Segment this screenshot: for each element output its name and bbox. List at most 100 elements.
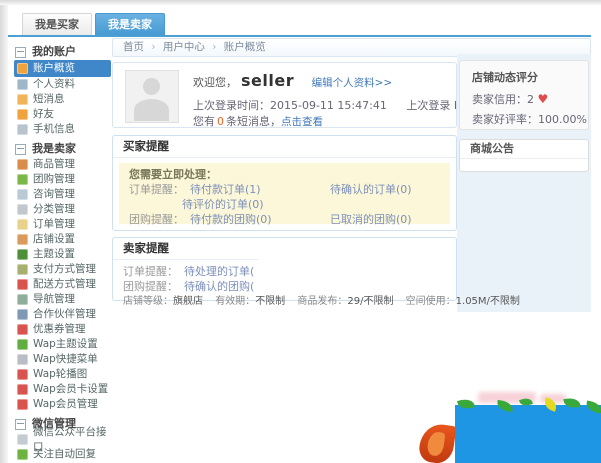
tab-bar: 我是买家 我是卖家 — [22, 13, 165, 36]
credit-value: 2 — [527, 93, 534, 106]
announcement-title: 商城公告 — [460, 140, 588, 159]
sidebar-item-label: 店铺设置 — [33, 232, 75, 247]
order-reminder-label: 订单提醒： — [129, 183, 184, 196]
sidebar-item[interactable]: 好友 — [14, 107, 111, 122]
edit-profile-link[interactable]: 编辑个人资料>> — [312, 77, 393, 89]
pending-payment-groupbuy-link[interactable]: 待付款的团购(0) — [190, 212, 330, 227]
sidebar-item[interactable]: Wap会员卡设置 — [14, 382, 111, 397]
breadcrumb-user-center[interactable]: 用户中心 — [163, 41, 205, 53]
sidebar-item[interactable]: 手机信息 — [14, 122, 111, 137]
order-reminder-label: 订单提醒： — [123, 265, 178, 278]
shop-stats-row: 店铺等级：旗舰店 有效期：不限制 商品发布：29/不限制 空间使用：1.05M/… — [123, 294, 446, 309]
sidebar-item[interactable]: 商品管理 — [14, 157, 111, 172]
buyer-reminder-panel: 买家提醒 您需要立即处理： 订单提醒： 待付款订单(1)待确认的订单(0) 待评价… — [112, 135, 457, 231]
shipping-icon — [17, 279, 28, 290]
sidebar-item[interactable]: 短消息 — [14, 92, 111, 107]
sidebar-item[interactable]: 支付方式管理 — [14, 262, 111, 277]
sidebar-item-label: 分类管理 — [33, 202, 75, 217]
message-icon — [17, 94, 28, 105]
collapse-icon[interactable] — [15, 47, 26, 58]
sidebar-item[interactable]: Wap快捷菜单 — [14, 352, 111, 367]
coupon-icon — [17, 324, 28, 335]
navigation-icon — [17, 294, 28, 305]
sidebar-item[interactable]: Wap主题设置 — [14, 337, 111, 352]
sidebar-item-label: Wap轮播图 — [33, 367, 87, 382]
sidebar-item[interactable]: 导航管理 — [14, 292, 111, 307]
sidebar-item-label: 个人资料 — [33, 77, 75, 92]
theme-icon — [17, 249, 28, 260]
sidebar-item[interactable]: 配送方式管理 — [14, 277, 111, 292]
sidebar-item[interactable]: 合作伙伴管理 — [14, 307, 111, 322]
pending-review-orders-link[interactable]: 待评价的订单(0) — [182, 198, 264, 211]
space-used-value: 1.05M/不限制 — [456, 296, 520, 307]
sidebar-section-title: 我的账户 — [32, 44, 76, 60]
seller-credit-row: 卖家信用：2 ♥ — [472, 91, 588, 107]
friends-icon — [17, 109, 28, 120]
view-messages-link[interactable]: 点击查看 — [281, 116, 323, 128]
page-top-edge — [0, 0, 601, 5]
sidebar-section-header[interactable]: 我是卖家 — [14, 141, 111, 157]
sidebar-item[interactable]: 优惠券管理 — [14, 322, 111, 337]
pending-payment-orders-link[interactable]: 待付款订单(1) — [190, 182, 330, 197]
sidebar-item-label: 好友 — [33, 107, 54, 122]
last-login-time: 2015-09-11 15:47:41 — [270, 99, 387, 112]
flame-icon — [417, 422, 456, 463]
sidebar-item-label: 配送方式管理 — [33, 277, 96, 292]
wap-card-icon — [17, 384, 28, 395]
page-left-edge — [0, 0, 8, 463]
cancelled-groupbuy-link[interactable]: 已取消的团购(0) — [330, 213, 412, 226]
sidebar-item[interactable]: 主题设置 — [14, 247, 111, 262]
sidebar-item-label: 咨询管理 — [33, 187, 75, 202]
sidebar-item[interactable]: 账户概览 — [14, 60, 111, 77]
avatar — [125, 70, 179, 123]
pending-orders-link[interactable]: 待处理的订单( — [184, 265, 254, 278]
wap-member-icon — [17, 399, 28, 410]
sidebar-item[interactable]: 咨询管理 — [14, 187, 111, 202]
sidebar-item[interactable]: 个人资料 — [14, 77, 111, 92]
breadcrumb-separator: › — [212, 41, 216, 53]
groupbuy-reminder-label: 团购提醒： — [123, 280, 178, 293]
buyer-reminder-title: 买家提醒 — [113, 136, 456, 158]
wap-slider-icon — [17, 369, 28, 380]
sidebar-item[interactable]: 分类管理 — [14, 202, 111, 217]
tab-buyer[interactable]: 我是买家 — [22, 13, 92, 36]
sidebar-section-title: 我是卖家 — [32, 141, 76, 157]
sidebar-item[interactable]: 微信公众平台接口 — [14, 432, 111, 447]
validity-value: 不限制 — [255, 296, 285, 307]
collapse-icon[interactable] — [15, 144, 26, 155]
wap-theme-icon — [17, 339, 28, 350]
shop-rating-title: 店铺动态评分 — [472, 69, 588, 85]
sidebar-item[interactable]: 店铺设置 — [14, 232, 111, 247]
sidebar-item-label: 商品管理 — [33, 157, 75, 172]
white-overlay-patch — [258, 245, 456, 287]
groupbuy-reminder-label: 团购提醒： — [129, 213, 184, 226]
partner-icon — [17, 309, 28, 320]
announcement-panel: 商城公告 — [459, 139, 589, 172]
sidebar-section-header[interactable]: 我的账户 — [14, 44, 111, 60]
urgent-notice: 您需要立即处理： — [129, 167, 440, 182]
phone-icon — [17, 124, 28, 135]
tab-seller[interactable]: 我是卖家 — [95, 13, 165, 36]
sidebar-item-label: 团购管理 — [33, 172, 75, 187]
goods-icon — [17, 159, 28, 170]
pending-groupbuy-link[interactable]: 待确认的团购( — [184, 280, 254, 293]
sidebar-item[interactable]: 订单管理 — [14, 217, 111, 232]
sidebar: 我的账户 账户概览 个人资料 短消息 好友 手机信息 我是卖家 — [14, 40, 111, 462]
breadcrumb-current: 账户概览 — [224, 41, 266, 53]
sidebar-item[interactable]: 团购管理 — [14, 172, 111, 187]
breadcrumb-home[interactable]: 首页 — [123, 41, 144, 53]
sidebar-item-label: 手机信息 — [33, 122, 75, 137]
pending-confirm-orders-link[interactable]: 待确认的订单(0) — [330, 183, 412, 196]
urgent-notice-box: 您需要立即处理： 订单提醒： 待付款订单(1)待确认的订单(0) 待评价的订单(0… — [119, 163, 450, 224]
sidebar-item-label: 订单管理 — [33, 217, 75, 232]
welcome-panel: 欢迎您，seller 编辑个人资料>> 上次登录时间：2015-09-11 15… — [112, 62, 457, 128]
username: seller — [241, 71, 294, 90]
sidebar-item-label: 优惠券管理 — [33, 322, 86, 337]
account-overview-icon — [17, 63, 28, 74]
sidebar-item[interactable]: Wap轮播图 — [14, 367, 111, 382]
collapse-icon[interactable] — [15, 419, 26, 430]
sidebar-item-label: 账户概览 — [33, 61, 75, 76]
sidebar-item[interactable]: Wap会员管理 — [14, 397, 111, 412]
goods-published-value: 29/不限制 — [347, 296, 393, 307]
profile-icon — [17, 79, 28, 90]
